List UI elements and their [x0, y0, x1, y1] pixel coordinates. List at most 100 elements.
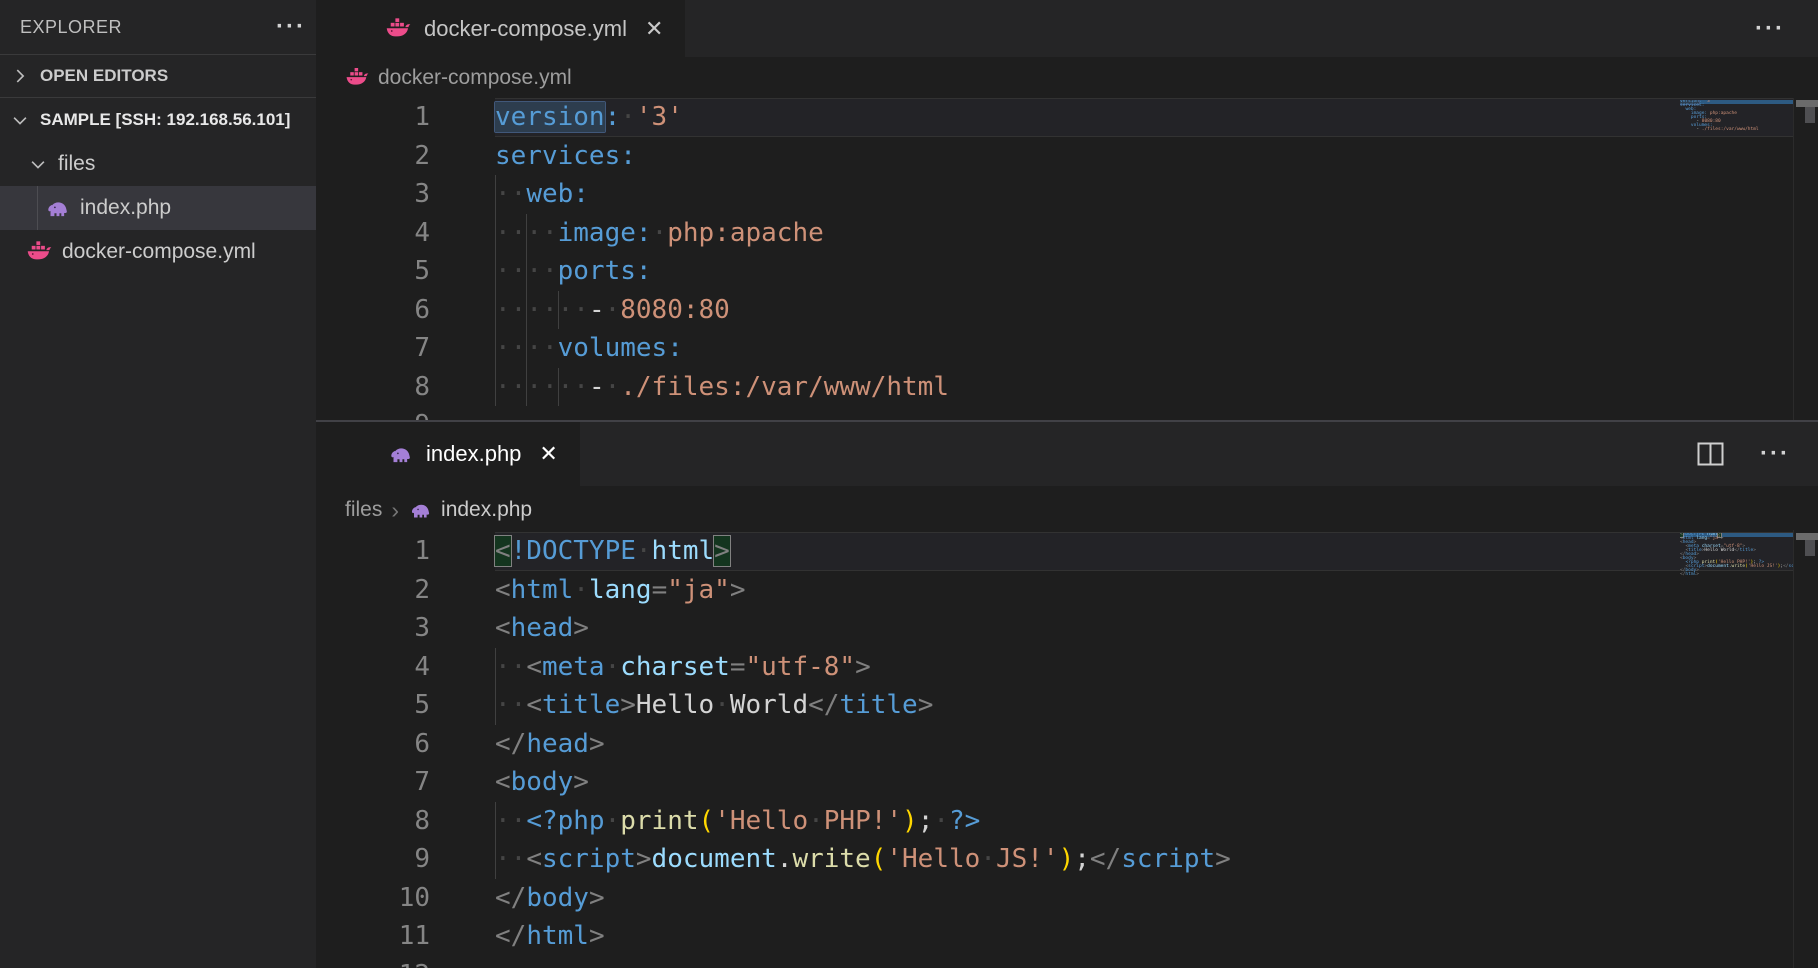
overview-ruler[interactable]	[1793, 98, 1818, 420]
line-number[interactable]: 11	[316, 917, 430, 956]
indent-guide	[495, 368, 496, 407]
line-number[interactable]: 7	[316, 763, 430, 802]
code-editor-yaml[interactable]: 1version:·'3'2services:3··web:4····image…	[316, 98, 1818, 420]
overview-ruler[interactable]	[1793, 530, 1818, 968]
tab-bar: docker-compose.yml ✕ ···	[316, 0, 1818, 57]
tree-item-docker-compose[interactable]: docker-compose.yml	[0, 230, 316, 274]
indent-guide	[526, 252, 527, 291]
split-editor-icon[interactable]	[1697, 442, 1724, 466]
chevron-down-icon	[28, 154, 48, 174]
code-line[interactable]: 5····ports:	[316, 252, 1818, 291]
line-number[interactable]: 9	[316, 406, 430, 420]
code-line[interactable]: 4····image:·php:apache	[316, 214, 1818, 253]
breadcrumb-item[interactable]: docker-compose.yml	[378, 66, 572, 90]
indent-guide	[558, 291, 559, 330]
line-number[interactable]: 9	[316, 840, 430, 879]
code-line[interactable]: 7<body>	[316, 763, 1818, 802]
code-line[interactable]: 6</head>	[316, 725, 1818, 764]
close-icon[interactable]: ✕	[539, 441, 557, 467]
line-number[interactable]: 1	[316, 532, 430, 571]
chevron-right-icon	[10, 66, 30, 86]
indent-guide	[558, 368, 559, 407]
indent-guide	[526, 329, 527, 368]
minimap[interactable]: version: '3'services: web: image: php:ap…	[1680, 100, 1793, 138]
line-number[interactable]: 4	[316, 214, 430, 253]
breadcrumb-separator-icon: ›	[391, 497, 399, 524]
current-line-highlight	[495, 98, 1793, 137]
close-icon[interactable]: ✕	[645, 16, 663, 42]
indent-guide	[495, 214, 496, 253]
explorer-title: EXPLORER	[20, 17, 122, 38]
code-line[interactable]: 3··web:	[316, 175, 1818, 214]
line-number[interactable]: 10	[316, 879, 430, 918]
tree-item-index-php[interactable]: index.php	[0, 186, 316, 230]
code-editor-php[interactable]: 1<!DOCTYPE·html>2<html·lang="ja">3<head>…	[316, 530, 1818, 968]
indent-guide	[495, 686, 496, 725]
code-line[interactable]: 6······-·8080:80	[316, 291, 1818, 330]
line-number[interactable]: 8	[316, 368, 430, 407]
code-line[interactable]: 9	[316, 406, 1818, 420]
editor-more-actions-icon[interactable]: ···	[1760, 449, 1790, 459]
line-number[interactable]: 6	[316, 291, 430, 330]
line-number[interactable]: 2	[316, 137, 430, 176]
code-line[interactable]: 10</body>	[316, 879, 1818, 918]
editor-group-top: docker-compose.yml ✕ ··· docker-compose.…	[316, 0, 1818, 420]
php-file-icon	[387, 441, 413, 467]
breadcrumb: files › index.php	[316, 486, 1818, 530]
minimap[interactable]: <!DOCTYPE html><html lang="ja"><head> <m…	[1680, 533, 1793, 581]
code-line[interactable]: 2<html·lang="ja">	[316, 571, 1818, 610]
line-number[interactable]: 5	[316, 686, 430, 725]
chevron-down-icon	[10, 110, 30, 130]
line-number[interactable]: 8	[316, 802, 430, 841]
tab-docker-compose[interactable]: docker-compose.yml ✕	[316, 0, 685, 57]
indent-guide	[495, 802, 496, 841]
code-line[interactable]: 9··<script>document.write('Hello·JS!');<…	[316, 840, 1818, 879]
code-line[interactable]: 8··<?php·print('Hello·PHP!');·?>	[316, 802, 1818, 841]
explorer-sidebar: EXPLORER ··· OPEN EDITORS SAMPLE [SSH: 1…	[0, 0, 316, 968]
overview-cursor-mark	[1796, 533, 1818, 540]
code-line[interactable]: 11</html>	[316, 917, 1818, 956]
line-number[interactable]: 2	[316, 571, 430, 610]
code-line[interactable]: 3<head>	[316, 609, 1818, 648]
tree-indent-guide	[37, 186, 38, 230]
indent-guide	[495, 252, 496, 291]
indent-guide	[526, 214, 527, 253]
line-number[interactable]: 5	[316, 252, 430, 291]
line-number[interactable]: 4	[316, 648, 430, 687]
code-line[interactable]: 1<!DOCTYPE·html>	[316, 532, 1818, 571]
vscode-window: EXPLORER ··· OPEN EDITORS SAMPLE [SSH: 1…	[0, 0, 1818, 968]
code-line[interactable]: 8······-·./files:/var/www/html	[316, 368, 1818, 407]
code-line[interactable]: 4··<meta·charset="utf-8">	[316, 648, 1818, 687]
line-number[interactable]: 1	[316, 98, 430, 137]
indent-guide	[495, 291, 496, 330]
tree-item-files-folder[interactable]: files	[0, 142, 316, 186]
indent-guide	[495, 648, 496, 687]
line-number[interactable]: 3	[316, 609, 430, 648]
minimap-line	[1680, 578, 1793, 581]
breadcrumb-item[interactable]: index.php	[441, 498, 532, 522]
workspace-label: SAMPLE [SSH: 192.168.56.101]	[40, 110, 290, 130]
line-number[interactable]: 7	[316, 329, 430, 368]
open-editors-label: OPEN EDITORS	[40, 66, 168, 86]
open-editors-section[interactable]: OPEN EDITORS	[0, 54, 316, 97]
editor-more-actions-icon[interactable]: ···	[1755, 24, 1785, 34]
code-line[interactable]: 5··<title>Hello·World</title>	[316, 686, 1818, 725]
code-line[interactable]: 2services:	[316, 137, 1818, 176]
line-number[interactable]: 3	[316, 175, 430, 214]
code-line[interactable]: 1version:·'3'	[316, 98, 1818, 137]
code-line[interactable]: 12	[316, 956, 1818, 968]
line-number[interactable]: 12	[316, 956, 430, 968]
code-line[interactable]: 7····volumes:	[316, 329, 1818, 368]
php-file-icon	[44, 195, 70, 221]
line-number[interactable]: 6	[316, 725, 430, 764]
indent-guide	[495, 175, 496, 214]
scrollbar-thumb[interactable]	[1805, 540, 1815, 556]
workspace-section[interactable]: SAMPLE [SSH: 192.168.56.101]	[0, 97, 316, 142]
explorer-header: EXPLORER ···	[0, 0, 316, 54]
scrollbar-thumb[interactable]	[1805, 107, 1815, 123]
explorer-more-actions-icon[interactable]: ···	[276, 22, 306, 32]
breadcrumb-item[interactable]: files	[345, 498, 382, 522]
file-label: index.php	[80, 196, 171, 220]
tab-bar: index.php ✕ ···	[316, 422, 1818, 486]
tab-index-php[interactable]: index.php ✕	[316, 422, 580, 486]
